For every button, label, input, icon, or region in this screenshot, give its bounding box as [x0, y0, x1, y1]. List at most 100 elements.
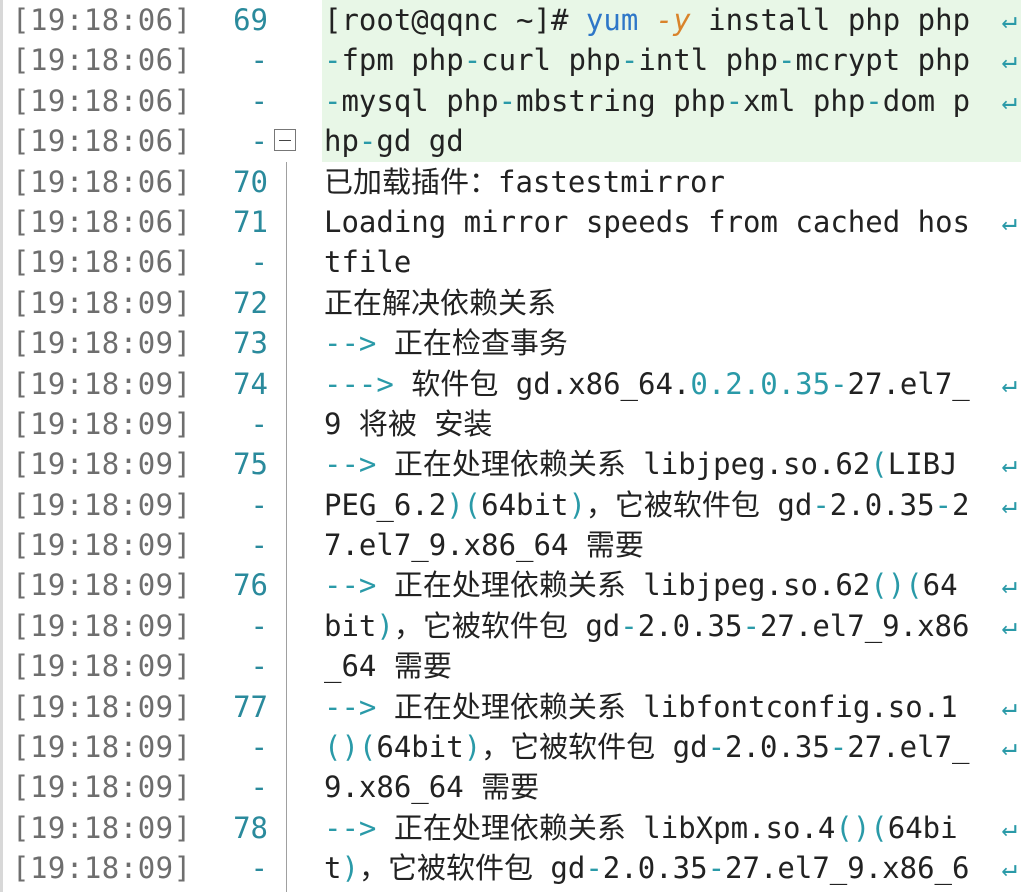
text-segment: 64bit: [481, 487, 569, 522]
text-segment: intl php: [638, 43, 778, 78]
line-number: -: [250, 649, 268, 684]
log-line[interactable]: [19:18:09] 76 --> 正在处理依赖关系 libjpeg.so.62()…: [0, 565, 1021, 605]
line-content: bit)，它被软件包 gd-2.0.35-27.el7_9.x86: [322, 606, 1021, 646]
text-segment: curl php: [481, 43, 621, 78]
text-segment: 正在处理依赖关系 libfontconfig.so.1: [393, 689, 976, 724]
text-segment: ，它被软件包 gd: [481, 730, 708, 765]
line-number: -: [250, 406, 268, 441]
log-line[interactable]: [19:18:09] - PEG_6.2)(64bit)，它被软件包 gd-2.0.…: [0, 485, 1021, 525]
text-segment: mcrypt php: [795, 43, 971, 78]
timestamp: [19:18:09]: [12, 770, 192, 805]
text-segment: ，它被软件包 gd: [358, 851, 586, 886]
text-segment: -: [324, 83, 342, 118]
text-segment: 64bit: [376, 730, 464, 765]
timestamp: [19:18:06]: [12, 83, 192, 118]
line-content: --> 正在处理依赖关系 libfontconfig.so.1: [322, 687, 1021, 727]
text-segment: -: [830, 366, 848, 401]
text-segment: 已加载插件：fastestmirror: [324, 164, 725, 199]
log-line[interactable]: [19:18:09] - 9 将被 安装: [0, 404, 1021, 444]
log-line[interactable]: [19:18:06] - -mysql php-mbstring php-xml p…: [0, 80, 1021, 122]
line-number: 70: [233, 164, 268, 199]
timestamp: [19:18:06]: [12, 124, 192, 159]
line-number: 74: [233, 366, 268, 401]
log-line[interactable]: [19:18:06] - tfile: [0, 242, 1021, 282]
text-segment: Loading mirror speeds from cached hos: [324, 204, 971, 239]
terminal-log-view[interactable]: [19:18:06] 69 [root@qqnc ~]# yum -y instal…: [0, 0, 1021, 892]
text-segment: 2.0.35: [637, 608, 743, 643]
log-line[interactable]: [19:18:09] - 7.el7_9.x86_64 需要: [0, 525, 1021, 565]
line-number: 78: [233, 810, 268, 845]
log-line[interactable]: [19:18:09] 78 --> 正在处理依赖关系 libXpm.so.4()(6…: [0, 808, 1021, 848]
line-wrap-icon: ↵: [1001, 610, 1017, 641]
line-wrap-icon: ↵: [1001, 691, 1017, 722]
log-line[interactable]: [19:18:09] - bit)，它被软件包 gd-2.0.35-27.el7_9…: [0, 606, 1021, 646]
text-segment: -: [324, 43, 342, 78]
timestamp: [19:18:09]: [12, 810, 192, 845]
line-number: -: [250, 730, 268, 765]
text-segment: tfile: [324, 245, 412, 280]
text-segment: ，它被软件包 gd: [393, 608, 621, 643]
log-line[interactable]: [19:18:09] - t)，它被软件包 gd-2.0.35-27.el7_9.x…: [0, 848, 1021, 888]
line-number: 71: [233, 204, 268, 239]
line-wrap-icon: ↵: [1001, 812, 1017, 843]
text-segment: 64bi: [887, 810, 976, 845]
line-number: -: [250, 770, 268, 805]
text-segment: -->: [324, 447, 394, 482]
text-segment: 软件包 gd.x86_64.: [411, 366, 691, 401]
text-segment: 正在处理依赖关系 libjpeg.so.62: [393, 568, 871, 603]
text-segment: gd gd: [376, 124, 464, 159]
line-wrap-icon: ↵: [1001, 5, 1017, 35]
log-line[interactable]: [19:18:09] - _64 需要: [0, 646, 1021, 686]
line-content: t)，它被软件包 gd-2.0.35-27.el7_9.x86_6: [322, 848, 1021, 888]
line-number: -: [250, 487, 268, 522]
log-line[interactable]: [19:18:09] 72 正在解决依赖关系: [0, 283, 1021, 323]
text-segment: -: [358, 124, 377, 159]
text-segment: ()(: [870, 568, 923, 603]
text-segment: ): [341, 851, 359, 886]
log-line[interactable]: [19:18:09] 74 ---> 软件包 gd.x86_64.0.2.0.35-…: [0, 364, 1021, 404]
log-line[interactable]: [19:18:06] 70 已加载插件：fastestmirror: [0, 162, 1021, 202]
line-content: ---> 软件包 gd.x86_64.0.2.0.35-27.el7_: [322, 364, 1021, 404]
text-segment: mbstring php: [516, 83, 726, 118]
line-content: PEG_6.2)(64bit)，它被软件包 gd-2.0.35-2: [322, 485, 1021, 525]
line-number: 72: [233, 285, 268, 320]
text-segment: -: [620, 608, 638, 643]
line-content: 9 将被 安装: [322, 404, 1021, 444]
log-line[interactable]: [19:18:09] - ()(64bit)，它被软件包 gd-2.0.35-27.…: [0, 727, 1021, 767]
log-line[interactable]: [19:18:06] 69 [root@qqnc ~]# yum -y instal…: [0, 0, 1021, 41]
timestamp: [19:18:09]: [12, 406, 192, 441]
log-line[interactable]: [19:18:09] 73 --> 正在检查事务: [0, 323, 1021, 363]
text-segment: -y: [655, 3, 709, 37]
line-wrap-icon: ↵: [1001, 853, 1017, 884]
log-line[interactable]: [19:18:09] 75 --> 正在处理依赖关系 libjpeg.so.62(L…: [0, 444, 1021, 484]
text-segment: 2: [952, 487, 970, 522]
timestamp: [19:18:09]: [12, 608, 192, 643]
text-segment: -: [725, 83, 744, 118]
timestamp: [19:18:06]: [12, 245, 192, 280]
text-segment: t: [324, 851, 342, 886]
timestamp: [19:18:09]: [12, 487, 192, 522]
line-number: 75: [233, 447, 268, 482]
line-number: 76: [233, 568, 268, 603]
text-segment: install php php: [708, 3, 971, 37]
log-line[interactable]: [19:18:06] 71 Loading mirror speeds from c…: [0, 202, 1021, 242]
line-content: --> 正在检查事务: [322, 323, 1021, 363]
collapse-icon[interactable]: [274, 129, 296, 152]
text-segment: -: [829, 730, 848, 765]
log-line[interactable]: [19:18:06] - hp-gd gd: [0, 121, 1021, 162]
line-content: --> 正在处理依赖关系 libXpm.so.4()(64bi: [322, 808, 1021, 848]
timestamp: [19:18:09]: [12, 326, 192, 361]
text-segment: -: [585, 851, 603, 886]
line-number: -: [250, 83, 268, 118]
text-segment: -: [707, 851, 726, 886]
log-line[interactable]: [19:18:09] 77 --> 正在处理依赖关系 libfontconfig.s…: [0, 687, 1021, 727]
log-line[interactable]: [19:18:06] - -fpm php-curl php-intl php-mc…: [0, 40, 1021, 81]
text-segment: _64 需要: [324, 649, 452, 684]
text-segment: -: [742, 608, 760, 643]
text-segment: yum: [585, 3, 656, 37]
log-line[interactable]: [19:18:09] - 9.x86_64 需要: [0, 767, 1021, 807]
text-segment: 2.0.35: [602, 851, 708, 886]
text-segment: )(: [446, 487, 482, 522]
line-content: _64 需要: [322, 646, 1021, 686]
text-segment: 正在处理依赖关系 libXpm.so.4: [393, 810, 836, 845]
